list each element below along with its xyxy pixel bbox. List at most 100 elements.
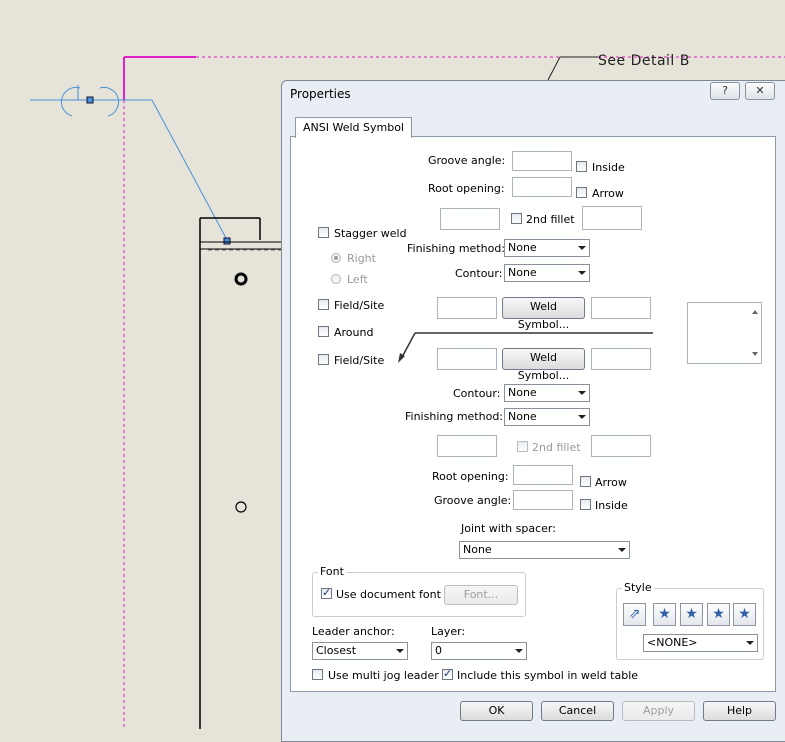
around-checkbox[interactable] bbox=[318, 326, 329, 337]
apply-button[interactable]: Apply bbox=[622, 701, 695, 721]
bottom-second-fillet-label: 2nd fillet bbox=[532, 441, 581, 454]
bottom-groove-angle-input[interactable] bbox=[513, 490, 573, 510]
bottom-arrow-checkbox[interactable] bbox=[580, 476, 591, 487]
bottom-fillet-left-input[interactable] bbox=[437, 435, 497, 457]
bottom-groove-angle-label: Groove angle: bbox=[434, 494, 512, 507]
load-style-icon[interactable]: ★ bbox=[733, 603, 756, 626]
bottom-inside-label: Inside bbox=[595, 499, 628, 512]
tab-ansi-weld-symbol[interactable]: ANSI Weld Symbol bbox=[295, 117, 412, 138]
bottom-arrow-label: Arrow bbox=[595, 476, 627, 489]
fillet-left-input[interactable] bbox=[440, 208, 500, 230]
style-link-icon[interactable]: ⇗ bbox=[623, 603, 646, 626]
finishing-method-label: Finishing method: bbox=[407, 242, 506, 255]
leader-anchor-label: Leader anchor: bbox=[312, 625, 395, 638]
chevron-down-icon bbox=[578, 271, 586, 275]
weld-handle-1 bbox=[86, 96, 94, 104]
use-multi-jog-leader-checkbox[interactable] bbox=[312, 669, 323, 680]
inside-label: Inside bbox=[592, 161, 625, 174]
chevron-down-icon bbox=[578, 246, 586, 250]
include-in-weld-table-checkbox[interactable] bbox=[442, 667, 453, 680]
properties-dialog: Properties ? ✕ ANSI Weld Symbol Groove a… bbox=[281, 80, 785, 742]
arrow-label: Arrow bbox=[592, 187, 624, 200]
bottom-finishing-method-label: Finishing method: bbox=[405, 410, 504, 423]
bottom-contour-label: Contour: bbox=[453, 387, 501, 400]
right-label: Right bbox=[347, 252, 376, 265]
ok-button[interactable]: OK bbox=[460, 701, 533, 721]
weld-arc-left bbox=[60, 86, 81, 117]
bottom-fillet-right-input[interactable] bbox=[591, 435, 651, 457]
finishing-method-select[interactable]: None bbox=[504, 239, 590, 257]
top-left-symbol-input[interactable] bbox=[437, 297, 497, 319]
help-icon[interactable]: ? bbox=[710, 82, 740, 100]
contour-label: Contour: bbox=[455, 267, 503, 280]
bottom-root-opening-input[interactable] bbox=[513, 465, 573, 485]
bottom-finishing-method-select[interactable]: None bbox=[504, 408, 590, 426]
scroll-down-icon[interactable] bbox=[752, 352, 758, 356]
hole-1 bbox=[234, 272, 248, 286]
font-group-title: Font bbox=[318, 565, 346, 578]
weld-symbol-panel: Groove angle: Inside Root opening: Arrow… bbox=[290, 136, 776, 692]
inside-checkbox[interactable] bbox=[576, 161, 587, 172]
chevron-down-icon bbox=[578, 415, 586, 419]
groove-angle-input[interactable] bbox=[512, 151, 572, 171]
arrow-checkbox[interactable] bbox=[576, 187, 587, 198]
groove-angle-label: Groove angle: bbox=[428, 154, 506, 167]
weld-symbol-bottom-button[interactable]: Weld Symbol... bbox=[502, 348, 585, 382]
stagger-weld-checkbox[interactable] bbox=[318, 227, 329, 238]
detail-note: See Detail B bbox=[598, 53, 690, 69]
bottom-contour-select[interactable]: None bbox=[504, 384, 590, 402]
field-site-top-checkbox[interactable] bbox=[318, 299, 329, 310]
root-opening-input[interactable] bbox=[512, 177, 572, 197]
right-radio[interactable] bbox=[331, 253, 341, 263]
use-document-font-checkbox[interactable] bbox=[321, 586, 332, 599]
left-label: Left bbox=[347, 273, 368, 286]
include-in-weld-table-label: Include this symbol in weld table bbox=[457, 669, 639, 682]
chevron-down-icon bbox=[578, 391, 586, 395]
fillet-right-input[interactable] bbox=[582, 206, 642, 230]
save-style-icon[interactable]: ★ bbox=[707, 603, 730, 626]
chevron-down-icon bbox=[618, 548, 626, 552]
field-site-bottom-checkbox[interactable] bbox=[318, 354, 329, 365]
bottom-inside-checkbox[interactable] bbox=[580, 499, 591, 510]
delete-style-icon[interactable]: ★ bbox=[680, 603, 703, 626]
help-button[interactable]: Help bbox=[703, 701, 776, 721]
chevron-down-icon bbox=[746, 641, 754, 645]
style-select[interactable]: <NONE> bbox=[643, 634, 758, 652]
chevron-down-icon bbox=[515, 649, 523, 653]
cancel-button[interactable]: Cancel bbox=[541, 701, 614, 721]
second-fillet-checkbox[interactable] bbox=[511, 213, 522, 224]
leader-anchor-select[interactable]: Closest bbox=[312, 642, 408, 660]
left-radio[interactable] bbox=[331, 274, 341, 284]
top-right-symbol-input[interactable] bbox=[591, 297, 651, 319]
bottom-root-opening-label: Root opening: bbox=[432, 470, 509, 483]
field-site-top-label: Field/Site bbox=[334, 299, 385, 312]
close-icon[interactable]: ✕ bbox=[745, 82, 775, 100]
joint-with-spacer-label: Joint with spacer: bbox=[461, 522, 556, 535]
root-opening-label: Root opening: bbox=[428, 182, 505, 195]
weld-symbol-top-button[interactable]: Weld Symbol... bbox=[502, 297, 585, 331]
weld-handle-2 bbox=[223, 237, 231, 245]
bottom-second-fillet-checkbox[interactable] bbox=[517, 441, 528, 452]
contour-select[interactable]: None bbox=[504, 264, 590, 282]
joint-with-spacer-select[interactable]: None bbox=[459, 541, 630, 559]
use-multi-jog-leader-label: Use multi jog leader bbox=[328, 669, 439, 682]
style-group-title: Style bbox=[622, 581, 654, 594]
layer-select[interactable]: 0 bbox=[431, 642, 527, 660]
font-button[interactable]: Font... bbox=[444, 585, 518, 605]
stagger-weld-label: Stagger weld bbox=[334, 227, 407, 240]
layer-label: Layer: bbox=[431, 625, 466, 638]
weld-preview-list[interactable] bbox=[687, 302, 762, 364]
bottom-right-symbol-input[interactable] bbox=[591, 348, 651, 370]
weld-arc-right bbox=[99, 86, 120, 117]
second-fillet-label: 2nd fillet bbox=[526, 213, 575, 226]
hole-2 bbox=[235, 501, 247, 513]
around-label: Around bbox=[334, 326, 374, 339]
add-style-icon[interactable]: ★ bbox=[653, 603, 676, 626]
scroll-up-icon[interactable] bbox=[752, 310, 758, 314]
field-site-bottom-label: Field/Site bbox=[334, 354, 385, 367]
chevron-down-icon bbox=[396, 649, 404, 653]
use-document-font-label: Use document font bbox=[336, 588, 441, 601]
dialog-title: Properties bbox=[290, 87, 351, 101]
detail-leader-diag bbox=[547, 56, 561, 81]
bottom-left-symbol-input[interactable] bbox=[437, 348, 497, 370]
